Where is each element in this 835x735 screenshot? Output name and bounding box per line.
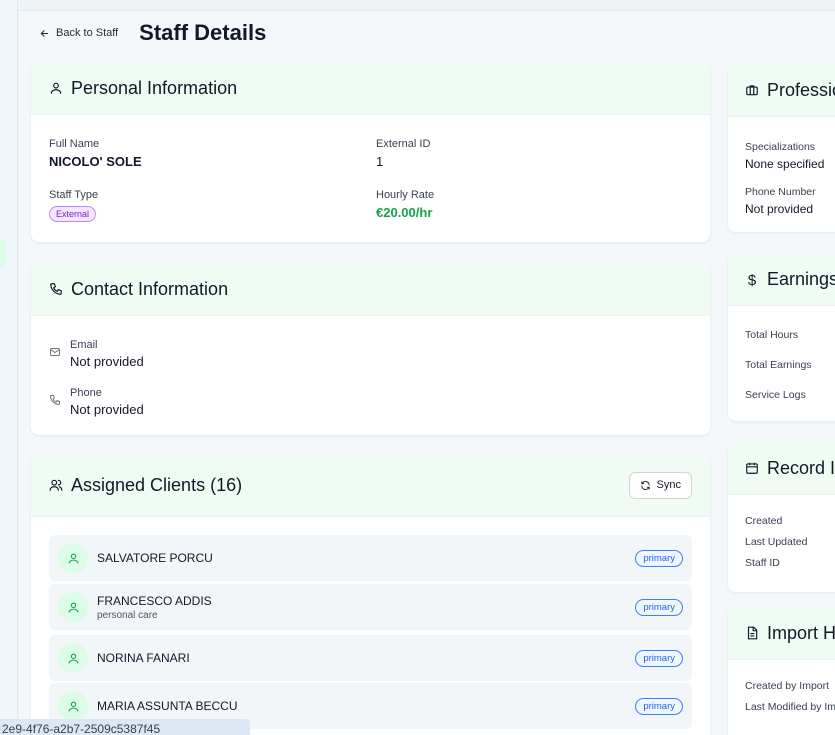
earnings-card: $ Earnings Total Hours Total Earnings Se…	[728, 253, 835, 421]
user-icon	[67, 700, 80, 713]
card-header: Professio	[728, 64, 835, 117]
import-history-card: Import H Created by Import Last Modified…	[728, 607, 835, 735]
full-name-value: NICOLO' SOLE	[49, 154, 142, 169]
staff-type-label: Staff Type	[49, 189, 99, 201]
primary-badge: primary	[635, 697, 683, 715]
client-name: NORINA FANARI	[97, 651, 190, 665]
card-title: Professio	[767, 79, 835, 100]
card-title: Assigned Clients (16)	[71, 474, 243, 495]
user-icon	[67, 652, 80, 665]
total-earnings-label: Total Earnings	[745, 359, 812, 371]
email-row: Email Not provided	[49, 339, 144, 369]
avatar	[58, 543, 88, 573]
card-header: Contact Information	[31, 263, 710, 316]
phone-value: Not provided	[70, 402, 144, 417]
primary-badge: primary	[635, 598, 683, 616]
avatar	[58, 592, 88, 622]
card-title: Record In	[767, 457, 835, 478]
phone-icon	[49, 393, 61, 405]
avatar	[58, 643, 88, 673]
briefcase-icon	[745, 83, 759, 97]
user-icon	[67, 552, 80, 565]
hourly-rate-label: Hourly Rate	[376, 189, 435, 201]
contact-information-card: Contact Information Email Not provided P…	[31, 263, 710, 435]
card-header: Import H	[728, 607, 835, 660]
last-updated-label: Last Updated	[745, 536, 808, 548]
full-name-label: Full Name	[49, 138, 100, 150]
primary-badge: primary	[635, 549, 683, 567]
calendar-icon	[745, 461, 759, 475]
sidebar-active-indicator	[0, 240, 6, 267]
back-to-staff-link[interactable]: Back to Staff	[39, 27, 118, 39]
staff-id-label: Staff ID	[745, 557, 780, 569]
email-value: Not provided	[70, 354, 144, 369]
email-label: Email	[70, 339, 98, 351]
page-title: Staff Details	[139, 20, 267, 45]
phone-icon	[49, 282, 63, 296]
card-header: Personal Information	[31, 62, 710, 115]
record-info-card: Record In Created Last Updated Staff ID	[728, 442, 835, 592]
client-item[interactable]: FRANCESCO ADDIS personal care primary	[49, 584, 692, 630]
arrow-left-icon	[39, 28, 50, 39]
client-item[interactable]: SALVATORE PORCU primary	[49, 535, 692, 581]
client-name: SALVATORE PORCU	[97, 551, 213, 565]
created-by-import-label: Created by Import	[745, 680, 830, 692]
created-label: Created	[745, 515, 783, 527]
client-name: MARIA ASSUNTA BECCU	[97, 699, 238, 713]
phone-row: Phone Not provided	[49, 387, 144, 417]
specializations-value: None specified	[745, 157, 825, 171]
card-title: Import H	[767, 622, 835, 643]
sidebar-edge	[0, 0, 18, 735]
avatar	[58, 691, 88, 721]
service-logs-label: Service Logs	[745, 389, 806, 401]
card-header: $ Earnings	[728, 253, 835, 306]
users-icon	[49, 478, 63, 492]
hourly-rate-value: €20.00/hr	[376, 205, 433, 220]
mail-icon	[49, 345, 61, 357]
client-item[interactable]: NORINA FANARI primary	[49, 635, 692, 681]
phone-label: Phone	[70, 387, 102, 399]
sync-button[interactable]: Sync	[628, 471, 692, 499]
external-id-value: 1	[376, 154, 384, 169]
back-link-label: Back to Staff	[56, 27, 119, 39]
status-url-bar: 2e9-4f76-a2b7-2509c5387f45	[0, 719, 250, 735]
page-header: Back to Staff Staff Details	[39, 17, 266, 49]
phone-number-label: Phone Number	[745, 186, 816, 198]
user-icon	[49, 81, 63, 95]
external-id-label: External ID	[376, 138, 431, 150]
total-hours-label: Total Hours	[745, 329, 799, 341]
card-header: Assigned Clients (16) Sync	[31, 454, 710, 517]
card-title: Contact Information	[71, 278, 229, 299]
staff-type-badge: External	[49, 206, 97, 222]
client-name: FRANCESCO ADDIS	[97, 593, 212, 608]
primary-badge: primary	[635, 649, 683, 667]
card-header: Record In	[728, 442, 835, 495]
user-icon	[67, 601, 80, 614]
card-title: Personal Information	[71, 77, 238, 98]
main-content: Back to Staff Staff Details Personal Inf…	[19, 10, 835, 735]
card-title: Earnings	[767, 268, 835, 289]
professional-card: Professio Specializations None specified…	[728, 64, 835, 232]
dollar-icon: $	[747, 272, 757, 289]
sync-label: Sync	[656, 479, 681, 491]
phone-number-value: Not provided	[745, 202, 814, 216]
refresh-icon	[640, 480, 651, 491]
last-modified-by-import-label: Last Modified by Im	[745, 701, 835, 713]
personal-information-card: Personal Information Full Name NICOLO' S…	[31, 62, 710, 242]
document-icon	[745, 626, 759, 640]
assigned-clients-card: Assigned Clients (16) Sync SALVATORE POR…	[31, 454, 710, 735]
specializations-label: Specializations	[745, 141, 816, 153]
client-service: personal care	[97, 609, 158, 621]
